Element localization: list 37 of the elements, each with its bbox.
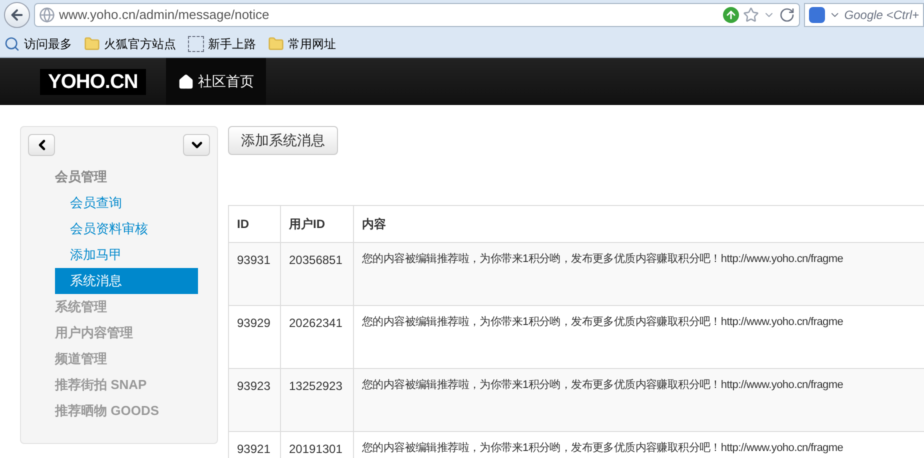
bookmark-link[interactable]: 新手上路 <box>208 34 256 52</box>
menu-item[interactable]: 会员资料审核 <box>55 216 198 242</box>
menu-item[interactable]: 系统消息 <box>55 268 198 294</box>
table-cell: 20191301 <box>280 432 354 458</box>
back-button[interactable] <box>4 2 30 28</box>
reload-icon[interactable] <box>779 7 795 23</box>
folder-icon <box>84 36 100 52</box>
go-icon <box>723 7 739 23</box>
search-field[interactable]: Google <Ctrl+ <box>804 3 924 27</box>
site-logo[interactable]: YOHO.CN <box>40 68 146 94</box>
address-bar[interactable]: www.yoho.cn/admin/message/notice <box>34 3 800 27</box>
url-text: www.yoho.cn/admin/message/notice <box>59 6 270 24</box>
menu-group[interactable]: 用户内容管理 <box>55 320 198 346</box>
expand-button[interactable] <box>183 134 210 156</box>
menu-group[interactable]: 频道管理 <box>55 346 198 372</box>
collapse-button[interactable] <box>28 134 55 156</box>
menu-group[interactable]: 系统管理 <box>55 294 198 320</box>
menu-item[interactable]: 会员查询 <box>55 190 198 216</box>
page-icon <box>188 36 204 52</box>
folder-icon <box>268 36 284 52</box>
home-icon <box>178 74 194 90</box>
table-cell: 93921 <box>228 432 280 458</box>
bookmark-link[interactable]: 常用网址 <box>288 34 336 52</box>
search-engine-icon <box>809 7 825 23</box>
search-placeholder: Google <Ctrl+ <box>844 7 919 24</box>
globe-icon <box>39 7 55 23</box>
add-message-button[interactable]: 添加系统消息 <box>228 126 338 155</box>
bookmark-link[interactable]: 访问最多 <box>24 34 72 52</box>
menu-group[interactable]: 推荐晒物 GOODS <box>55 398 198 424</box>
bookmark-link[interactable]: 火狐官方站点 <box>104 34 176 52</box>
table-cell: 您的内容被编辑推荐啦，为你带来1积分哟，发布更多优质内容赚取积分吧！http://www.yoho.cn/fragme <box>354 432 924 458</box>
menu-group[interactable]: 会员管理 <box>55 164 198 190</box>
menu-item[interactable]: 添加马甲 <box>55 242 198 268</box>
magnifier-icon <box>4 36 20 52</box>
menu-group[interactable]: 推荐街拍 SNAP <box>55 372 198 398</box>
star-icon[interactable] <box>743 7 759 23</box>
nav-link[interactable]: 社区首页 <box>166 58 266 105</box>
